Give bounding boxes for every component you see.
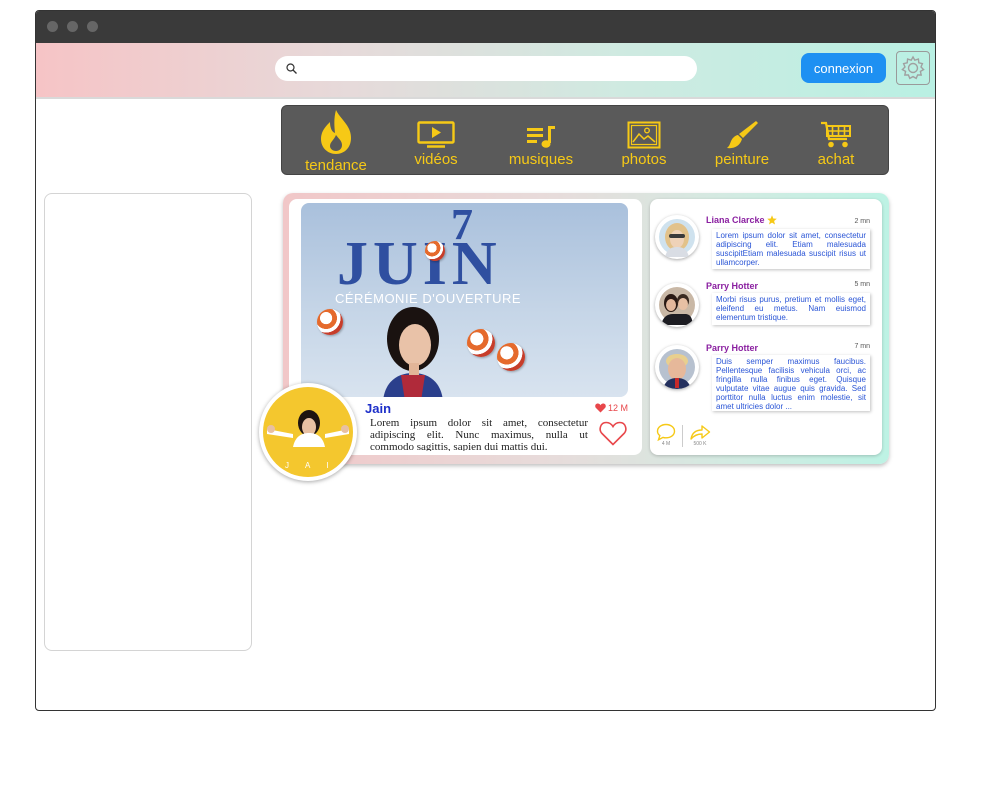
window-minimize-dot[interactable] — [67, 21, 78, 32]
comment-time: 7 mn — [854, 343, 870, 350]
nav-item-achat[interactable]: achat — [796, 106, 876, 176]
nav-item-musiques[interactable]: musiques — [500, 106, 582, 176]
flame-icon — [321, 110, 351, 154]
nav-label: vidéos — [414, 151, 458, 168]
title-bar — [36, 11, 935, 43]
commenter-name-text: Parry Hotter — [706, 343, 759, 353]
comments-count: 4 M — [661, 441, 671, 447]
video-player-icon — [417, 121, 455, 148]
commenter-name[interactable]: Parry Hotter — [706, 281, 758, 291]
nav-item-photos[interactable]: photos — [604, 106, 684, 176]
commenter-name[interactable]: Parry Hotter — [706, 343, 758, 353]
commenter-name-text: Parry Hotter — [706, 281, 759, 291]
nav-item-peinture[interactable]: peinture — [702, 106, 782, 176]
like-count-text: 12 M — [608, 403, 629, 413]
window-close-dot[interactable] — [47, 21, 58, 32]
category-nav: tendance vidéos musiques photos peinture… — [281, 105, 889, 175]
post-author-name[interactable]: Jain — [365, 401, 391, 416]
author-avatar[interactable]: JAI — [259, 383, 357, 481]
heart-outline-icon — [599, 421, 627, 446]
post-like-count: 12 M — [595, 403, 628, 413]
nav-item-videos[interactable]: vidéos — [396, 106, 476, 176]
comment-time: 5 mn — [854, 281, 870, 288]
login-button[interactable]: connexion — [801, 53, 886, 83]
site-header: connexion — [36, 43, 935, 99]
share-button[interactable]: 500 K — [689, 423, 711, 447]
commenter-avatar[interactable] — [655, 283, 699, 327]
trending-card: 7 JUIN CÉRÉMONIE D'OUVERTURE Jain 12 M L… — [259, 193, 889, 481]
nav-label: musiques — [508, 151, 574, 168]
comment-time: 2 mn — [854, 218, 870, 225]
commenter-name[interactable]: Liana Clarcke — [706, 215, 777, 225]
ball-decoration — [317, 309, 343, 335]
ball-decoration — [467, 329, 495, 357]
window-maximize-dot[interactable] — [87, 21, 98, 32]
share-arrow-icon — [690, 425, 711, 440]
commenter-photo — [659, 349, 695, 389]
post-description: Lorem ipsum dolor sit amet, consectetur … — [370, 417, 588, 451]
singer-photo — [383, 307, 443, 397]
nav-label: peinture — [714, 151, 770, 168]
author-avatar-image: JAI — [263, 387, 353, 477]
nav-label: tendance — [305, 157, 367, 174]
post-hero-image[interactable]: 7 JUIN CÉRÉMONIE D'OUVERTURE — [301, 203, 628, 397]
shares-count: 500 K — [693, 441, 707, 447]
comment-action-button[interactable]: 4 M — [656, 423, 676, 447]
nav-item-tendance[interactable]: tendance — [296, 106, 376, 176]
hero-title: JUIN — [337, 230, 502, 298]
paintbrush-icon — [727, 121, 758, 149]
comment-text: Morbi risus purus, pretium et mollis ege… — [712, 293, 870, 325]
commenter-name-text: Liana Clarcke — [706, 215, 765, 225]
comments-panel: Liana Clarcke 2 mn Lorem ipsum dolor sit… — [650, 199, 882, 455]
ball-decoration — [425, 241, 445, 261]
nav-label: achat — [817, 151, 855, 168]
image-icon — [627, 121, 661, 149]
comment-text: Duis semper maximus faucibus. Pellentesq… — [712, 355, 870, 411]
search-icon — [286, 63, 297, 74]
search-input[interactable] — [305, 59, 685, 78]
commenter-avatar[interactable] — [655, 345, 699, 389]
avatar-caption: JAI — [285, 461, 345, 470]
ball-decoration — [497, 343, 525, 371]
search-bar[interactable] — [275, 56, 697, 81]
commenter-photo — [659, 287, 695, 325]
commenter-photo — [659, 219, 695, 257]
nav-label: photos — [621, 151, 667, 168]
comment-actions: 4 M 500 K — [656, 423, 711, 447]
divider — [682, 425, 683, 447]
music-playlist-icon — [527, 126, 555, 148]
settings-button[interactable] — [896, 51, 930, 85]
speech-bubble-icon — [656, 423, 676, 441]
left-sidebar-panel — [44, 193, 252, 651]
commenter-avatar[interactable] — [655, 215, 699, 259]
like-button[interactable] — [599, 421, 627, 451]
browser-window: connexion tendance vidéos musiques photo… — [35, 10, 936, 711]
star-icon — [766, 215, 777, 225]
heart-filled-icon — [595, 403, 606, 413]
gear-icon — [901, 55, 925, 80]
comment-text: Lorem ipsum dolor sit amet, consectetur … — [712, 229, 870, 269]
shopping-cart-icon — [821, 121, 851, 148]
